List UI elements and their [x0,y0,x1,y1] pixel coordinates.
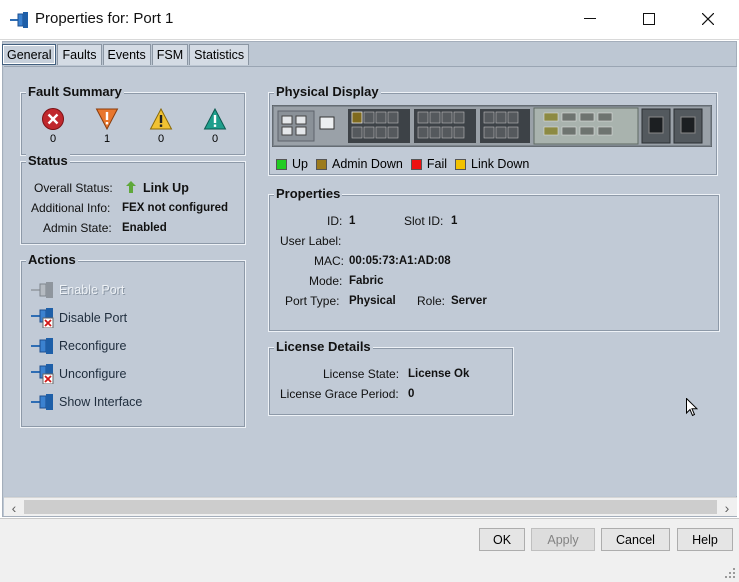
tab-strip: General Faults Events FSM Statistics [2,44,250,66]
fail-swatch [410,158,422,170]
ok-button[interactable]: OK [479,528,525,551]
additional-info-label: Additional Info: [31,201,111,215]
port-plug-icon [31,280,55,300]
up-swatch [276,158,287,170]
close-button[interactable] [679,0,737,38]
enable-port-label: Enable Port [59,283,125,297]
tab-events[interactable]: Events [102,44,151,65]
legend-link-down: Link Down [471,157,530,171]
status-title: Status [26,153,70,168]
mode-label: Mode: [309,274,343,288]
license-grace-label: License Grace Period: [280,387,399,401]
mode-value: Fabric [349,275,384,287]
unconfigure-label: Unconfigure [59,367,127,381]
physical-display-title: Physical Display [274,84,381,99]
port-type-label: Port Type: [285,294,340,308]
license-state-value: License Ok [408,368,470,380]
maximize-button[interactable] [620,0,678,38]
slot-id-value: 1 [451,215,458,227]
resize-grip-icon[interactable] [724,567,736,579]
license-state-label: License State: [323,367,400,381]
switch-chassis-image[interactable] [271,104,713,150]
properties-group: Properties ID: 1 Slot ID: 1 User Label: … [268,186,720,332]
mouse-cursor-icon [686,398,698,417]
critical-x-icon [41,107,65,131]
link-down-swatch [455,158,467,170]
reconfigure-label: Reconfigure [59,339,127,353]
minor-warning-triangle-icon [149,107,173,131]
port-disable-icon [31,308,55,329]
tab-faults[interactable]: Faults [57,44,102,65]
tab-statistics[interactable]: Statistics [189,44,250,65]
close-icon [702,13,714,25]
general-panel: Fault Summary 0 1 0 0 Status Overall Sta… [4,66,737,496]
port-plug-icon [31,392,55,412]
overall-status-label: Overall Status: [34,181,113,195]
role-value: Server [451,295,487,307]
user-label-label: User Label: [280,234,342,248]
help-button[interactable]: Help [677,528,733,551]
status-group: Status Overall Status: Link Up Additiona… [20,153,246,245]
minor-count: 0 [157,133,165,145]
license-details-group: License Details License State: License O… [268,339,514,416]
tab-general[interactable]: General [2,44,57,65]
mac-label: MAC: [314,254,344,268]
license-details-title: License Details [274,339,373,354]
show-interface-label: Show Interface [59,395,143,409]
critical-count: 0 [49,133,57,145]
actions-group: Actions Enable Port Disable Port Reconfi… [20,252,246,428]
legend-fail: Fail [426,157,448,171]
major-count: 1 [103,133,111,145]
mac-value: 00:05:73:A1:AD:08 [349,255,451,267]
id-value: 1 [349,215,356,227]
enable-port-action[interactable]: Enable Port [31,280,124,300]
scrollbar-thumb[interactable] [24,500,717,514]
disable-port-action[interactable]: Disable Port [31,308,128,329]
port-type-value: Physical [349,295,396,307]
title-bar: Properties for: Port 1 [0,0,739,40]
tab-fsm[interactable]: FSM [151,44,189,65]
additional-info-value: FEX not configured [122,202,229,214]
scroll-right-icon[interactable]: › [718,498,736,517]
fault-summary-group: Fault Summary 0 1 0 0 [20,84,246,156]
show-interface-action[interactable]: Show Interface [31,392,142,412]
port-status-legend: Up Admin Down Fail Link Down [276,155,537,173]
port-disable-icon [31,364,55,385]
port-icon [10,11,30,29]
role-label: Role: [417,294,446,308]
admin-state-value: Enabled [122,222,167,234]
id-label: ID: [327,214,343,228]
legend-admin-down: Admin Down [331,157,403,171]
minimize-button[interactable] [561,0,619,38]
port-plug-icon [31,336,55,356]
properties-title: Properties [274,186,343,201]
warning-count: 0 [211,133,219,145]
apply-button[interactable]: Apply [531,528,595,551]
window-title: Properties for: Port 1 [35,10,174,27]
overall-status-value: Link Up [143,181,189,195]
admin-state-label: Admin State: [43,221,112,235]
major-down-triangle-icon [95,107,119,131]
legend-up: Up [292,157,308,171]
horizontal-scrollbar[interactable]: ‹ › [4,497,737,516]
scroll-left-icon[interactable]: ‹ [5,498,23,517]
cancel-button[interactable]: Cancel [601,528,670,551]
license-grace-value: 0 [408,388,415,400]
unconfigure-action[interactable]: Unconfigure [31,364,127,385]
actions-title: Actions [26,252,78,267]
up-arrow-icon [126,181,136,196]
slot-id-label: Slot ID: [404,214,444,228]
fault-summary-title: Fault Summary [26,84,124,99]
dialog-footer: OK Apply Cancel Help [0,518,739,582]
disable-port-label: Disable Port [59,311,128,325]
reconfigure-action[interactable]: Reconfigure [31,336,126,356]
admin-down-swatch [315,158,327,170]
warning-triangle-icon [203,107,227,131]
